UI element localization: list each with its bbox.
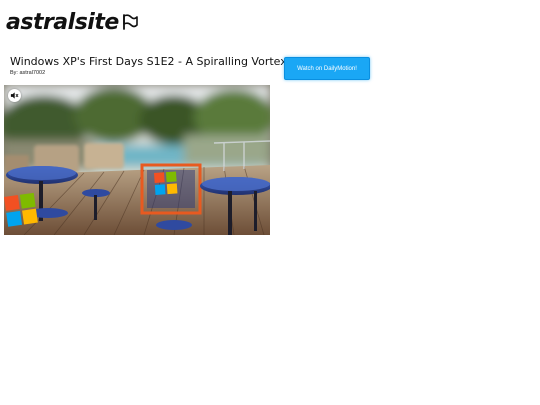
video-card: Windows XP's First Days S1E2 - A Spirall… — [4, 55, 287, 235]
page: astralsite Windows XP's First Days S1E2 … — [0, 0, 540, 405]
video-thumbnail — [4, 85, 270, 235]
video-title: Windows XP's First Days S1E2 - A Spirall… — [10, 55, 287, 68]
speaker-muted-icon — [10, 92, 19, 99]
mute-button[interactable] — [8, 89, 21, 102]
video-author: By: astral7002 — [10, 70, 46, 76]
video-player[interactable] — [4, 85, 270, 235]
flag-icon — [122, 14, 138, 30]
site-logo[interactable]: astralsite — [6, 8, 139, 36]
logo-text: astralsite — [6, 9, 119, 35]
watch-on-dailymotion-button[interactable]: Watch on DailyMotion! — [284, 57, 370, 80]
